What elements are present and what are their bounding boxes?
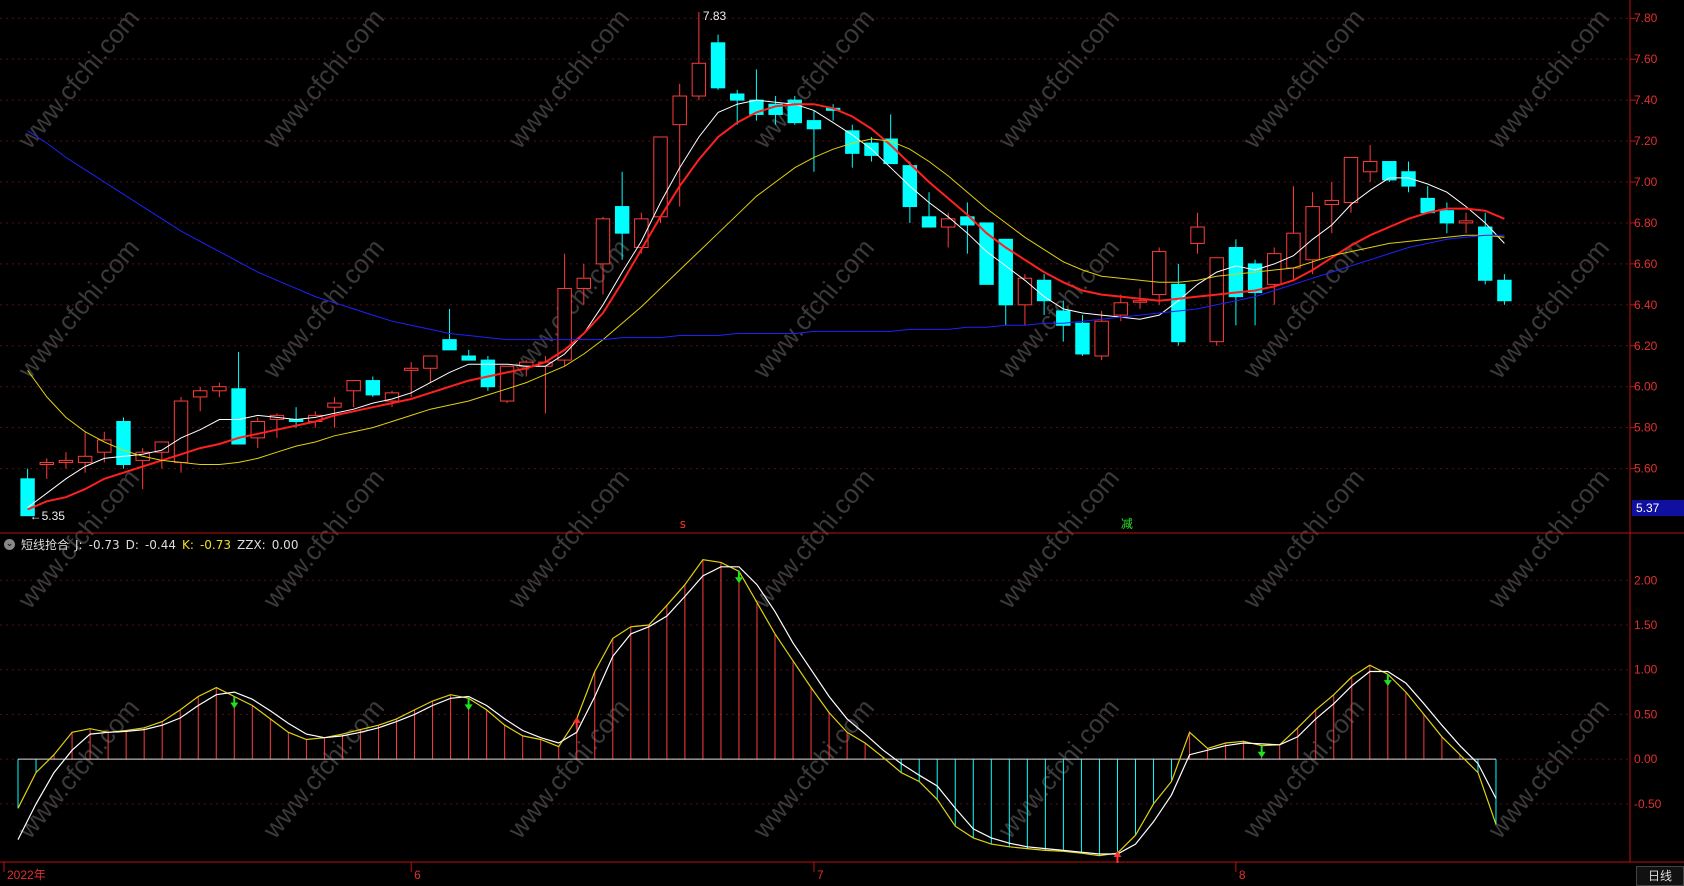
price-axis-label: 6.00	[1634, 380, 1658, 394]
candle-body	[442, 339, 457, 351]
candle-body	[403, 367, 419, 371]
indicator-axis-label: 2.00	[1634, 573, 1658, 587]
price-axis-label: 7.60	[1634, 52, 1658, 66]
candle-body	[1267, 253, 1282, 285]
price-axis-label: 5.80	[1634, 421, 1658, 435]
price-axis-label: 5.60	[1634, 462, 1658, 476]
candle-body	[653, 136, 668, 218]
candle-body	[1190, 226, 1205, 244]
candle-body	[691, 62, 707, 97]
indicator-k-label: K:	[182, 537, 194, 552]
indicator-k-value: -0.73	[199, 537, 232, 552]
price-axis-label: 6.80	[1634, 216, 1658, 230]
candle-body	[77, 455, 93, 463]
current-price-label: 5.37	[1636, 501, 1660, 515]
reduce-signal-marker: 减	[1121, 517, 1133, 531]
candle-body	[1324, 199, 1340, 206]
price-axis-label: 7.80	[1634, 11, 1658, 25]
candle-body	[730, 93, 745, 101]
candle-body	[1497, 279, 1512, 302]
candle-body	[423, 355, 438, 369]
collapse-toggle-icon[interactable]: ⌄	[4, 539, 15, 550]
candle-body	[576, 277, 592, 289]
indicator-zzx-label: ZZX:	[237, 537, 266, 552]
indicator-name: 短线抢合	[21, 538, 70, 552]
candle-body	[1362, 161, 1378, 173]
candle-body	[710, 42, 726, 89]
candle-body	[346, 380, 361, 392]
stock-chart: www.cfchi.com www.cfchi.com www.cfchi.com w…	[0, 0, 1684, 885]
candle-body	[1458, 220, 1474, 224]
candle-body	[1171, 283, 1186, 343]
candle-body	[1420, 197, 1435, 214]
candle-body	[1036, 279, 1052, 302]
price-axis-label: 6.40	[1634, 298, 1658, 312]
indicator-j-label: J:	[75, 537, 83, 552]
candle-body	[1113, 302, 1129, 316]
candle-body	[1075, 322, 1090, 355]
candle-body	[1094, 320, 1109, 357]
indicator-axis-label: 0.00	[1634, 752, 1658, 766]
candle-body	[1017, 277, 1033, 306]
indicator-axis-label: 1.00	[1634, 663, 1658, 677]
candle-body	[1382, 161, 1397, 181]
candle-body	[1343, 156, 1359, 203]
candle-body	[998, 238, 1013, 306]
indicator-axis-label: 1.50	[1634, 618, 1658, 632]
timeframe-tab[interactable]: 日线	[1636, 866, 1684, 886]
candle-body	[595, 218, 611, 265]
candle-body	[1151, 251, 1167, 296]
candle-body	[672, 95, 687, 126]
candle-body	[327, 402, 342, 408]
candle-body	[614, 206, 630, 234]
candle-body	[1286, 232, 1301, 269]
price-axis-label: 6.60	[1634, 257, 1658, 271]
candle-body	[1228, 247, 1244, 298]
high-price-label: 7.83	[703, 9, 727, 23]
indicator-axis-label: -0.50	[1634, 797, 1662, 811]
candle-body	[39, 461, 54, 465]
candle-body	[231, 388, 246, 445]
indicator-axis-label: 0.50	[1634, 707, 1658, 721]
low-price-label: ←5.35	[30, 509, 66, 523]
candle-body	[1132, 300, 1148, 303]
price-axis-label: 7.00	[1634, 175, 1658, 189]
candle-body	[1439, 210, 1455, 224]
candle-body	[806, 120, 822, 130]
price-axis-label: 7.40	[1634, 93, 1658, 107]
price-axis-label: 7.20	[1634, 134, 1658, 148]
candle-body	[940, 218, 956, 228]
indicator-legend[interactable]: ⌄ 短线抢合 J: -0.73 D: -0.44 K: -0.73 ZZX: 0.00	[4, 536, 298, 553]
time-axis-label: 8	[1239, 868, 1246, 882]
time-axis-label: 7	[817, 868, 824, 882]
candle-body	[1305, 206, 1320, 261]
candle-body	[461, 355, 476, 361]
candle-body	[365, 380, 381, 396]
price-axis-label: 6.20	[1634, 339, 1658, 353]
candle-body	[58, 459, 74, 463]
candle-body	[116, 421, 131, 465]
sell-signal-marker: s	[680, 517, 686, 531]
indicator-zzx-value: 0.00	[271, 537, 299, 552]
indicator-j-value: -0.73	[88, 537, 120, 552]
indicator-d-value: -0.44	[144, 537, 177, 552]
time-axis-label: 6	[414, 868, 421, 882]
candle-body	[192, 390, 208, 398]
indicator-d-label: D:	[125, 537, 139, 552]
candle-body	[921, 216, 937, 228]
candle-body	[212, 386, 227, 392]
time-axis-label: 2022年	[7, 868, 46, 882]
